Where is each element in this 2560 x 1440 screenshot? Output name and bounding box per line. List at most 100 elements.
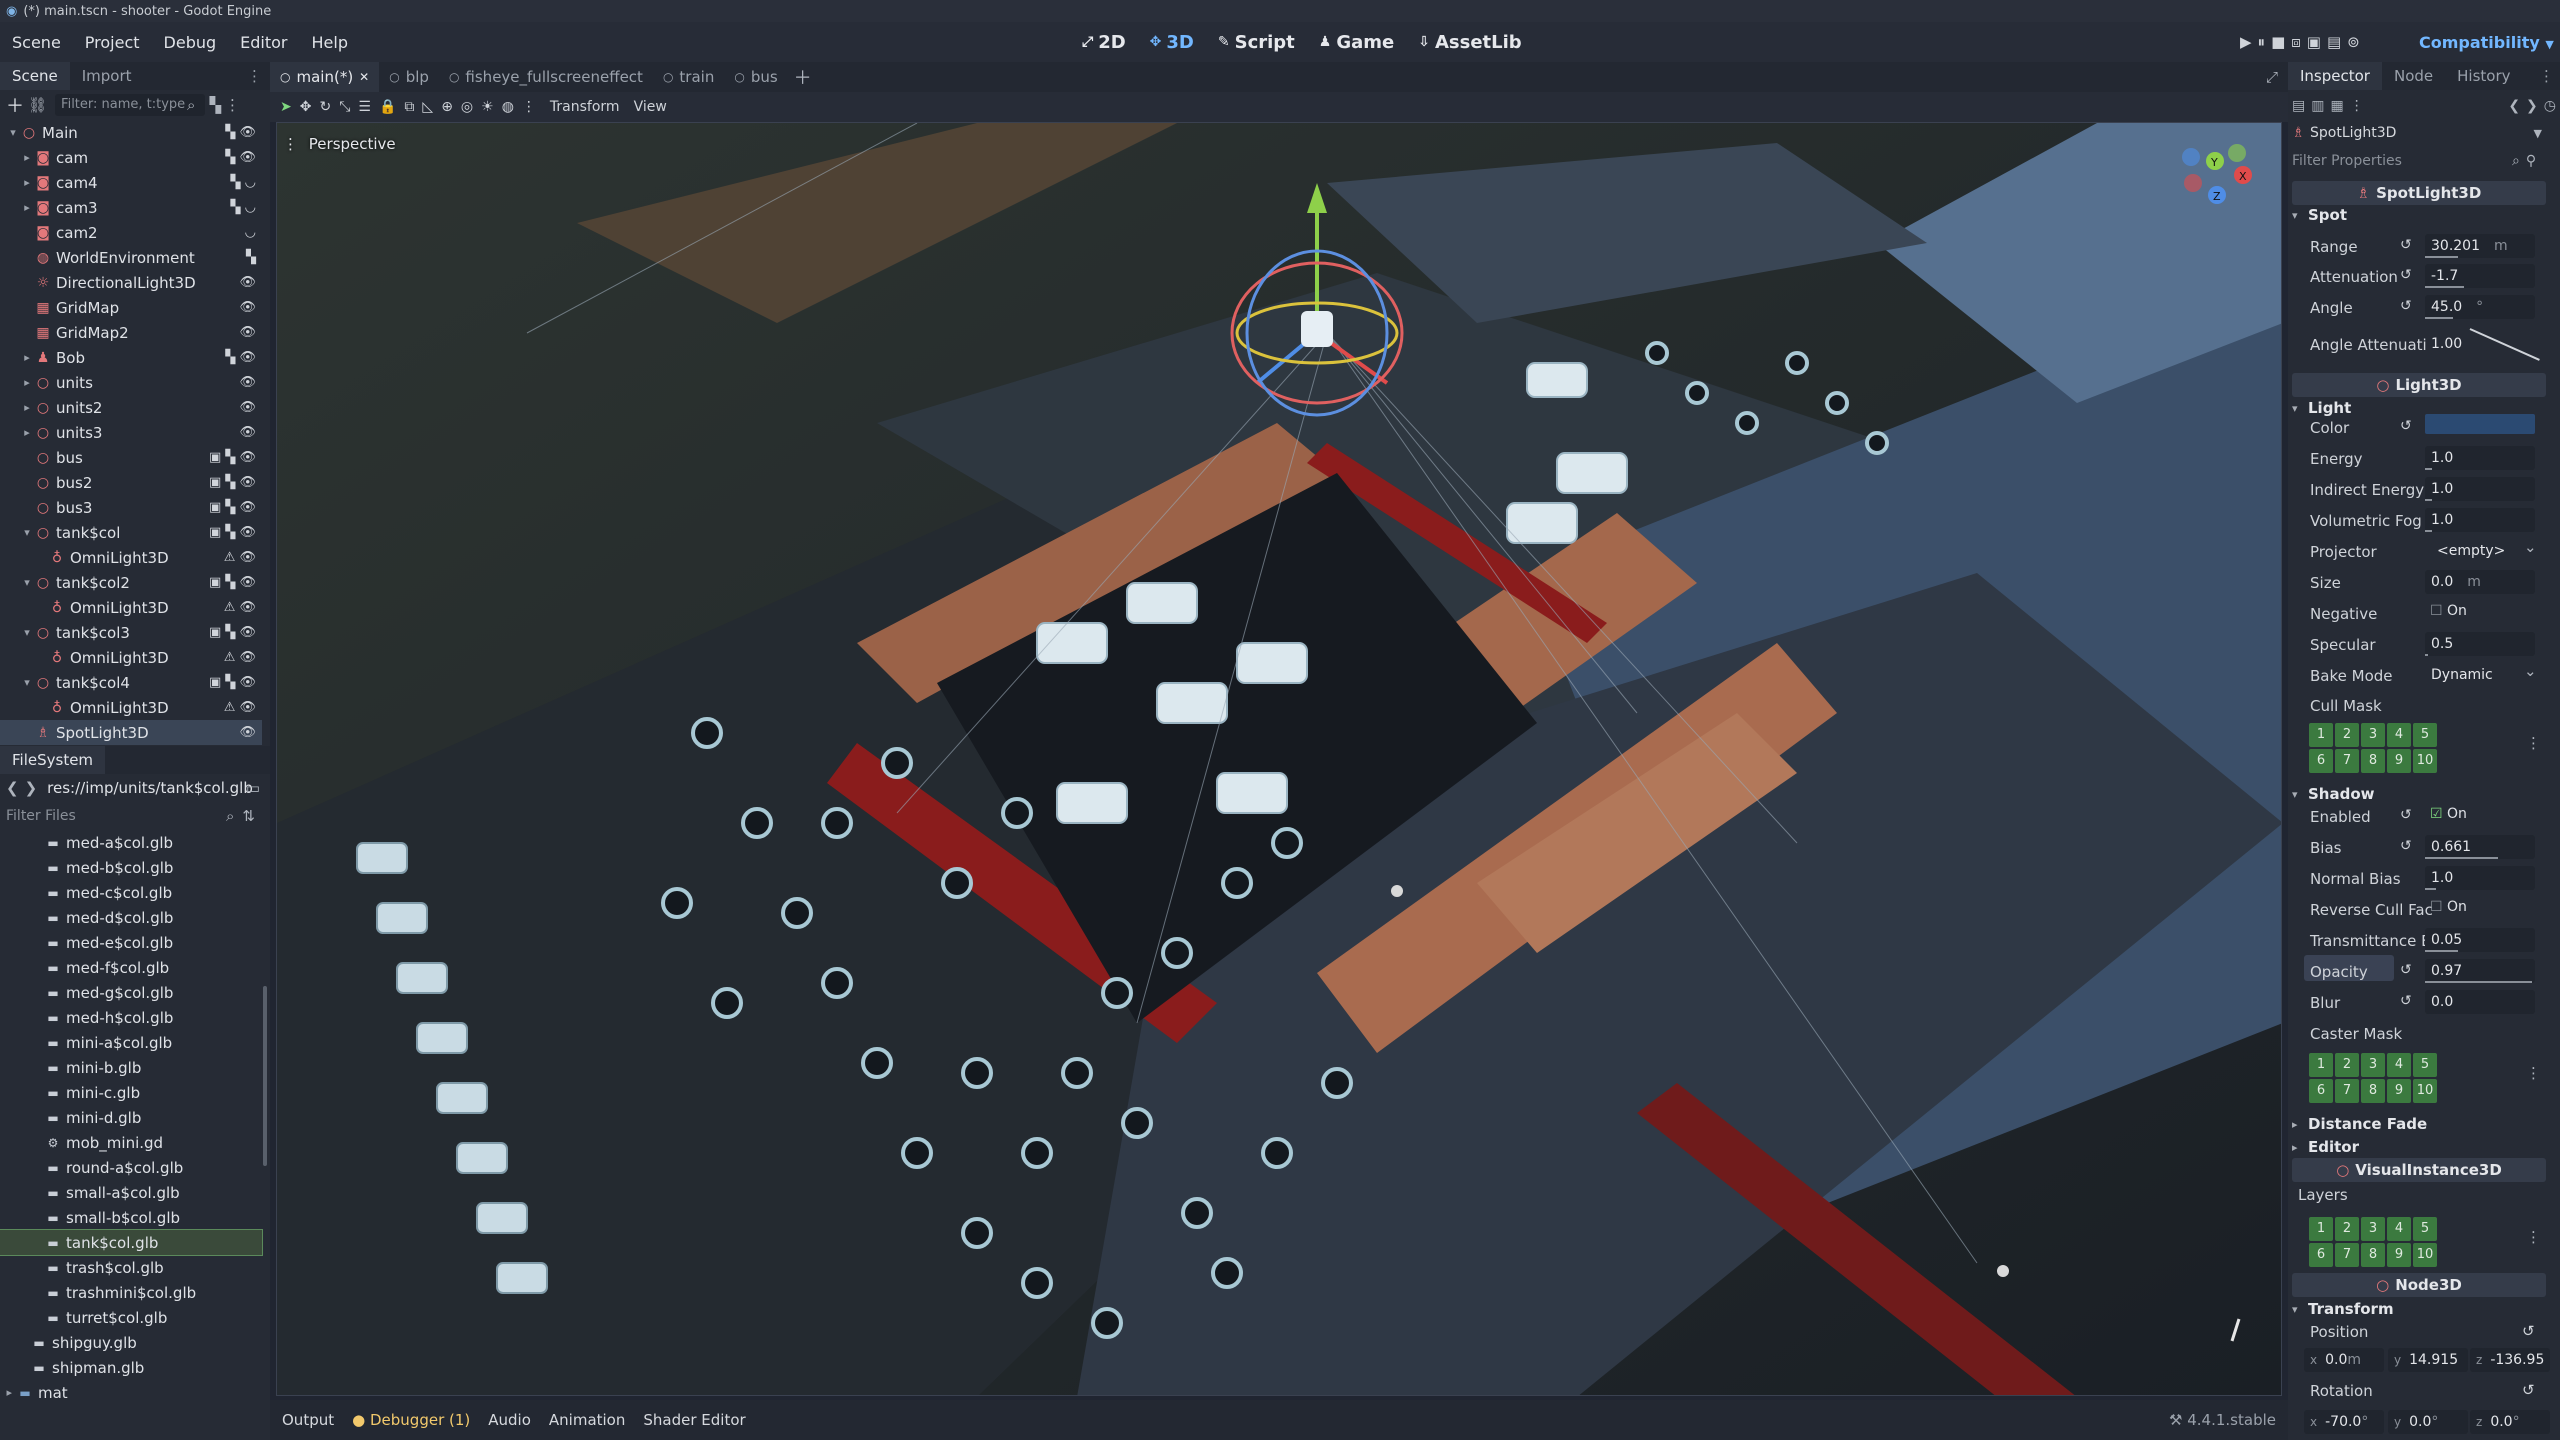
close-icon[interactable]: ✕	[359, 70, 369, 84]
tab-debugger[interactable]: ● Debugger (1)	[352, 1411, 470, 1429]
filter-options-icon[interactable]: ⚲	[2526, 153, 2536, 169]
tab-filesystem[interactable]: FileSystem	[0, 746, 106, 774]
node-status-icons[interactable]: 👁	[239, 375, 256, 390]
node-status-icons[interactable]: ▚	[246, 250, 256, 265]
tab-inspector[interactable]: Inspector	[2288, 62, 2382, 90]
color-swatch[interactable]	[2425, 414, 2535, 434]
mask-bit[interactable]: 2	[2335, 1053, 2359, 1077]
movie-maker-icon[interactable]: ⊚	[2347, 33, 2360, 51]
expand-arrow-icon[interactable]: ▾	[6, 126, 20, 139]
script-attach-icon[interactable]: ▚	[209, 96, 221, 114]
file-item[interactable]: ▬ mini-c.glb	[0, 1080, 262, 1105]
history-back-icon[interactable]: ❮	[2508, 98, 2520, 114]
mask-menu-icon[interactable]: ⋮	[2526, 734, 2541, 752]
mask-bit[interactable]: 10	[2413, 1079, 2437, 1103]
mask-bit[interactable]: 7	[2335, 1079, 2359, 1103]
rotate-tool-icon[interactable]: ↻	[319, 99, 331, 115]
file-item[interactable]: ▬ mini-a$col.glb	[0, 1030, 262, 1055]
property-value-field[interactable]: 1.0	[2425, 508, 2535, 532]
node-status-icons[interactable]: ▣ ▚ 👁	[209, 575, 256, 590]
mask-bit[interactable]: 3	[2361, 1053, 2385, 1077]
inspector-section[interactable]: ▸ Distance Fade	[2292, 1112, 2546, 1136]
play-scene-icon[interactable]: ▣	[2307, 33, 2321, 51]
node-status-icons[interactable]: ⚠ 👁	[224, 700, 256, 715]
file-item[interactable]: ▬ small-b$col.glb	[0, 1205, 262, 1230]
property-value-field[interactable]: 0.97	[2425, 959, 2535, 983]
mask-bit[interactable]: 8	[2361, 1243, 2385, 1267]
menu-project[interactable]: Project	[73, 33, 152, 52]
mask-bit[interactable]: 1	[2309, 723, 2333, 747]
mask-bit[interactable]: 2	[2335, 1217, 2359, 1241]
transform-menu[interactable]: Transform	[550, 99, 620, 115]
workspace-3d-button[interactable]: ✥ 3D	[1138, 32, 1206, 53]
scene-tree-node[interactable]: ▦ GridMap 👁	[0, 295, 262, 320]
mask-bit[interactable]: 7	[2335, 749, 2359, 773]
scene-tree-node[interactable]: ▸ ○ units 👁	[0, 370, 262, 395]
node-status-icons[interactable]: ⚠ 👁	[224, 550, 256, 565]
tab-import[interactable]: Import	[70, 62, 144, 90]
tab-history[interactable]: History	[2445, 62, 2522, 90]
mask-menu-icon[interactable]: ⋮	[2526, 1228, 2541, 1246]
scene-tree-node[interactable]: ◍ WorldEnvironment ▚	[0, 245, 262, 270]
mask-bit[interactable]: 2	[2335, 723, 2359, 747]
mask-bit[interactable]: 9	[2387, 1079, 2411, 1103]
property-value-field[interactable]: 1.0	[2425, 477, 2535, 501]
revert-icon[interactable]: ↺	[2400, 838, 2412, 854]
property-value-field[interactable]: Dynamic	[2425, 663, 2535, 687]
vector-component-field[interactable]: y 0.0°	[2388, 1410, 2468, 1434]
scene-tree-node[interactable]: ♁ OmniLight3D ⚠ 👁	[0, 695, 262, 720]
node-status-icons[interactable]: ⚠ 👁	[224, 600, 256, 615]
property-value-field[interactable]: 45.0 °	[2425, 295, 2535, 319]
split-mode-icon[interactable]: ▭	[246, 779, 260, 797]
scene-tree-node[interactable]: ▾ ○ tank$col3 ▣ ▚ 👁	[0, 620, 262, 645]
file-item[interactable]: ▬ tank$col.glb	[0, 1229, 263, 1256]
file-item[interactable]: ▬ med-a$col.glb	[0, 830, 262, 855]
expand-arrow-icon[interactable]: ▸	[20, 201, 34, 214]
menu-help[interactable]: Help	[300, 33, 360, 52]
tab-output[interactable]: Output	[282, 1411, 334, 1429]
revert-icon[interactable]: ↺	[2400, 298, 2412, 314]
file-item[interactable]: ▬ shipman.glb	[0, 1355, 262, 1380]
scene-tree-node[interactable]: ○ bus3 ▣ ▚ 👁	[0, 495, 262, 520]
mask-bit[interactable]: 9	[2387, 1243, 2411, 1267]
move-tool-icon[interactable]: ✥	[300, 99, 312, 115]
tab-animation[interactable]: Animation	[549, 1411, 625, 1429]
new-resource-icon[interactable]: ▤	[2292, 98, 2305, 114]
property-value-field[interactable]: 0.0	[2425, 990, 2535, 1014]
dock-menu-icon[interactable]: ⋮	[2539, 67, 2554, 85]
node-status-icons[interactable]: ▚ ◡	[231, 175, 256, 190]
forward-icon[interactable]: ❯	[25, 779, 38, 797]
property-value-field[interactable]: 0.5	[2425, 632, 2535, 656]
tab-scene[interactable]: Scene	[0, 62, 70, 90]
vector-component-field[interactable]: y 14.915	[2388, 1348, 2468, 1372]
sun-preview-icon[interactable]: ☀	[481, 99, 494, 115]
scene-tree-node[interactable]: ▾ ○ Main ▚ 👁	[0, 120, 262, 145]
node-status-icons[interactable]: ▣ ▚ 👁	[209, 475, 256, 490]
scene-tree-node[interactable]: ▸ ○ units3 👁	[0, 420, 262, 445]
property-value-field[interactable]: 1.0	[2425, 866, 2535, 890]
node-status-icons[interactable]: ▣ ▚ 👁	[209, 500, 256, 515]
file-item[interactable]: ▬ med-d$col.glb	[0, 905, 262, 930]
property-value-field[interactable]: 1.0	[2425, 446, 2535, 470]
checkbox[interactable]: ☑ On	[2430, 806, 2467, 822]
mask-bit[interactable]: 3	[2361, 1217, 2385, 1241]
revert-icon[interactable]: ↺	[2400, 418, 2412, 434]
scene-tab[interactable]: ○ train	[653, 62, 724, 92]
expand-arrow-icon[interactable]: ▸	[20, 426, 34, 439]
expand-arrow-icon[interactable]: ▾	[20, 526, 34, 539]
scene-tree-node[interactable]: ☼ DirectionalLight3D 👁	[0, 270, 262, 295]
node-status-icons[interactable]: 👁	[239, 425, 256, 440]
revert-icon[interactable]: ↺	[2522, 1381, 2535, 1399]
play-icon[interactable]: ▶	[2240, 33, 2252, 51]
mask-bit[interactable]: 5	[2413, 1217, 2437, 1241]
node-status-icons[interactable]: 👁	[239, 725, 256, 740]
scene-tree-node[interactable]: ♁ OmniLight3D ⚠ 👁	[0, 645, 262, 670]
scene-filter-input[interactable]: Filter: name, t:type	[55, 94, 206, 116]
property-value-field[interactable]: 1.00	[2425, 332, 2535, 356]
workspace-assetlib-button[interactable]: ⇩ AssetLib	[1406, 32, 1533, 53]
history-forward-icon[interactable]: ❯	[2526, 98, 2538, 114]
expand-arrow-icon[interactable]: ▸	[20, 351, 34, 364]
more-options-icon[interactable]: ⋮	[522, 99, 536, 115]
file-item[interactable]: ▬ trashmini$col.glb	[0, 1280, 262, 1305]
expand-arrow-icon[interactable]: ▾	[20, 676, 34, 689]
